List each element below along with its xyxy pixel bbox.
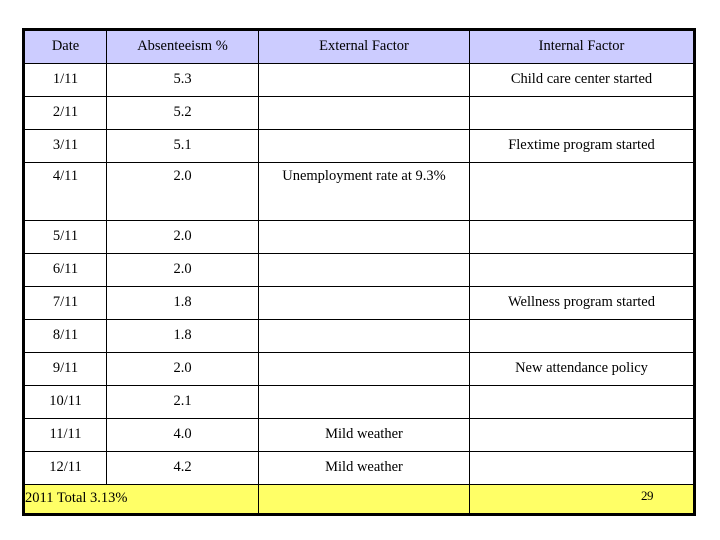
cell-internal-factor: [469, 220, 695, 254]
cell-date: 3/11: [23, 129, 107, 163]
column-header-internal-factor: Internal Factor: [469, 29, 695, 64]
column-header-absenteeism: Absenteeism %: [106, 29, 259, 64]
cell-absenteeism: 2.0: [106, 162, 259, 221]
cell-external-factor: [258, 220, 470, 254]
cell-external-factor: [258, 129, 470, 163]
table-header-row: Date Absenteeism % External Factor Inter…: [23, 29, 695, 64]
table-row: 5/11 2.0: [23, 220, 695, 254]
cell-absenteeism: 2.0: [106, 352, 259, 386]
cell-absenteeism: 4.0: [106, 418, 259, 452]
cell-date: 10/11: [23, 385, 107, 419]
absenteeism-table: Date Absenteeism % External Factor Inter…: [22, 28, 696, 516]
cell-absenteeism: 2.0: [106, 220, 259, 254]
table-row: 8/11 1.8: [23, 319, 695, 353]
table-body: 1/11 5.3 Child care center started 2/11 5.2 3…: [23, 63, 695, 485]
table-header: Date Absenteeism % External Factor Inter…: [23, 29, 695, 64]
cell-absenteeism: 5.2: [106, 96, 259, 130]
table-row: 1/11 5.3 Child care center started: [23, 63, 695, 97]
cell-absenteeism: 2.1: [106, 385, 259, 419]
column-header-external-factor: External Factor: [258, 29, 470, 64]
cell-internal-factor: [469, 96, 695, 130]
cell-date: 9/11: [23, 352, 107, 386]
cell-external-factor: [258, 63, 470, 97]
total-external-cell: [258, 484, 470, 515]
cell-absenteeism: 1.8: [106, 286, 259, 320]
cell-external-factor: Unemployment rate at 9.3%: [258, 162, 470, 221]
cell-internal-factor: [469, 451, 695, 485]
table-row: 6/11 2.0: [23, 253, 695, 287]
cell-internal-factor: New attendance policy: [469, 352, 695, 386]
table-row: 12/11 4.2 Mild weather: [23, 451, 695, 485]
total-row: 2011 Total 3.13%: [23, 484, 695, 515]
cell-date: 1/11: [23, 63, 107, 97]
table-row: 4/11 2.0 Unemployment rate at 9.3%: [23, 162, 695, 221]
cell-date: 2/11: [23, 96, 107, 130]
cell-absenteeism: 4.2: [106, 451, 259, 485]
cell-date: 7/11: [23, 286, 107, 320]
cell-internal-factor: [469, 162, 695, 221]
cell-absenteeism: 1.8: [106, 319, 259, 353]
cell-external-factor: [258, 253, 470, 287]
cell-external-factor: [258, 96, 470, 130]
cell-absenteeism: 5.3: [106, 63, 259, 97]
cell-external-factor: [258, 385, 470, 419]
cell-internal-factor: [469, 385, 695, 419]
cell-date: 8/11: [23, 319, 107, 353]
cell-internal-factor: [469, 253, 695, 287]
cell-absenteeism: 5.1: [106, 129, 259, 163]
table-row: 3/11 5.1 Flextime program started: [23, 129, 695, 163]
cell-internal-factor: Wellness program started: [469, 286, 695, 320]
cell-internal-factor: [469, 418, 695, 452]
absenteeism-table-container: Date Absenteeism % External Factor Inter…: [22, 28, 696, 516]
slide-canvas: Date Absenteeism % External Factor Inter…: [0, 0, 720, 540]
cell-external-factor: Mild weather: [258, 451, 470, 485]
cell-date: 6/11: [23, 253, 107, 287]
column-header-date: Date: [23, 29, 107, 64]
cell-external-factor: [258, 352, 470, 386]
cell-internal-factor: Flextime program started: [469, 129, 695, 163]
table-row: 11/11 4.0 Mild weather: [23, 418, 695, 452]
table-footer: 2011 Total 3.13%: [23, 484, 695, 515]
cell-date: 5/11: [23, 220, 107, 254]
table-row: 9/11 2.0 New attendance policy: [23, 352, 695, 386]
cell-date: 12/11: [23, 451, 107, 485]
total-label-cell: 2011 Total 3.13%: [23, 484, 259, 515]
table-row: 10/11 2.1: [23, 385, 695, 419]
total-internal-cell: [469, 484, 695, 515]
cell-internal-factor: Child care center started: [469, 63, 695, 97]
page-number: 29: [641, 488, 654, 503]
cell-external-factor: [258, 319, 470, 353]
table-row: 7/11 1.8 Wellness program started: [23, 286, 695, 320]
table-row: 2/11 5.2: [23, 96, 695, 130]
cell-external-factor: Mild weather: [258, 418, 470, 452]
cell-date: 11/11: [23, 418, 107, 452]
cell-external-factor: [258, 286, 470, 320]
cell-date: 4/11: [23, 162, 107, 221]
cell-internal-factor: [469, 319, 695, 353]
cell-absenteeism: 2.0: [106, 253, 259, 287]
